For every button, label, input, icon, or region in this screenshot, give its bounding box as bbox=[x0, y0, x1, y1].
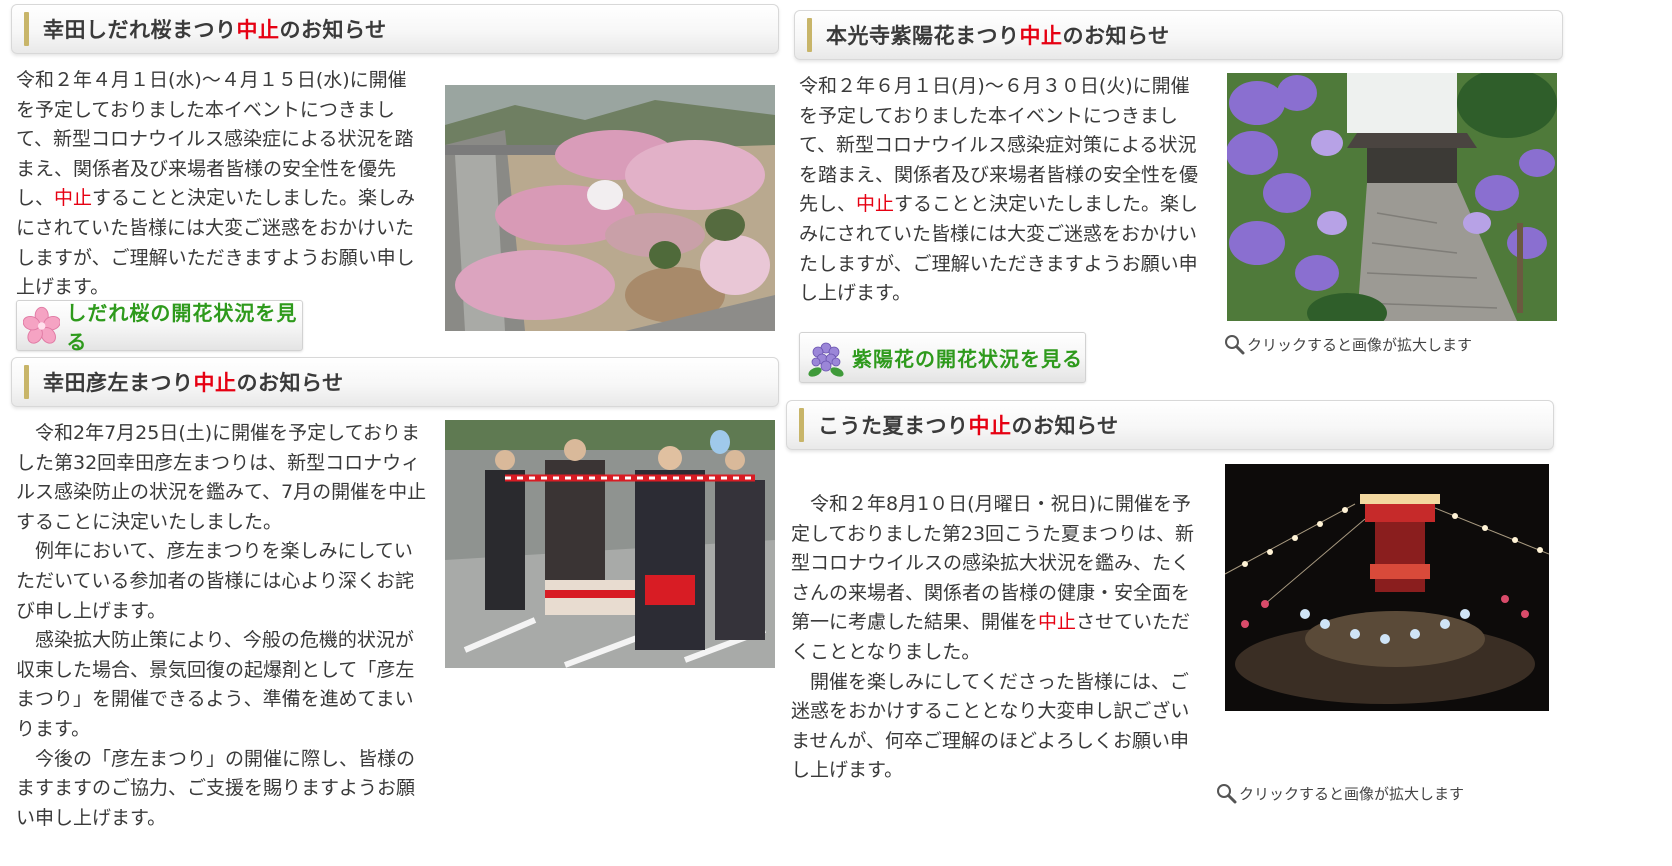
kouta-notice-text: 令和２年8月1０日(月曜日・祝日)に開催を予 定しておりました第23回こうた夏ま… bbox=[791, 493, 1195, 782]
kouta-title: こうた夏まつり中止のお知らせ bbox=[818, 414, 1119, 438]
magnifier-icon bbox=[1225, 335, 1245, 355]
shidare-bloom-status-button[interactable]: しだれ桜の開花状況を見る bbox=[16, 300, 303, 354]
ajisai-zoom-hint: クリックすると画像が拡大します bbox=[1223, 333, 1472, 355]
kouta-photo[interactable] bbox=[1225, 464, 1549, 711]
shidare-notice-text: 令和２年４月１日(水)～４月１５日(水)に開催 を予定しておりました本イベントに… bbox=[16, 69, 416, 299]
hikoza-photo[interactable] bbox=[445, 420, 775, 668]
cherry-blossom-icon bbox=[23, 306, 61, 344]
shidare-title: 幸田しだれ桜まつり中止のお知らせ bbox=[43, 18, 387, 42]
ajisai-bloom-status-label: 紫陽花の開花状況を見る bbox=[852, 347, 1083, 371]
kouta-zoom-hint-text: クリックすると画像が拡大します bbox=[1239, 784, 1465, 803]
shidare-bloom-status-label: しだれ桜の開花状況を見る bbox=[66, 300, 298, 354]
shidare-photo[interactable] bbox=[445, 85, 775, 331]
shidare-heading: 幸田しだれ桜まつり中止のお知らせ bbox=[11, 4, 779, 54]
ajisai-photo[interactable] bbox=[1227, 73, 1557, 321]
ajisai-notice-text: 令和２年６月１日(月)～６月３０日(火)に開催 を予定しておりました本イベントに… bbox=[799, 75, 1199, 305]
ajisai-zoom-hint-text: クリックすると画像が拡大します bbox=[1247, 335, 1473, 354]
kouta-heading: こうた夏まつり中止のお知らせ bbox=[786, 400, 1554, 450]
hikoza-title: 幸田彦左まつり中止のお知らせ bbox=[43, 371, 344, 395]
hydrangea-icon bbox=[808, 342, 844, 377]
ajisai-bloom-status-button[interactable]: 紫陽花の開花状況を見る bbox=[799, 332, 1086, 383]
heading-accent-bar bbox=[24, 12, 29, 46]
heading-accent-bar bbox=[799, 408, 804, 442]
heading-accent-bar bbox=[807, 18, 812, 52]
hikoza-notice-text: 令和2年7月25日(土)に開催を予定しておりま した第32回幸田彦左まつりは、新… bbox=[16, 422, 427, 829]
ajisai-title: 本光寺紫陽花まつり中止のお知らせ bbox=[826, 24, 1170, 48]
ajisai-heading: 本光寺紫陽花まつり中止のお知らせ bbox=[794, 10, 1563, 60]
kouta-zoom-hint: クリックすると画像が拡大します bbox=[1215, 782, 1464, 804]
hikoza-heading: 幸田彦左まつり中止のお知らせ bbox=[11, 357, 779, 407]
magnifier-icon bbox=[1217, 784, 1237, 804]
heading-accent-bar bbox=[24, 365, 29, 399]
